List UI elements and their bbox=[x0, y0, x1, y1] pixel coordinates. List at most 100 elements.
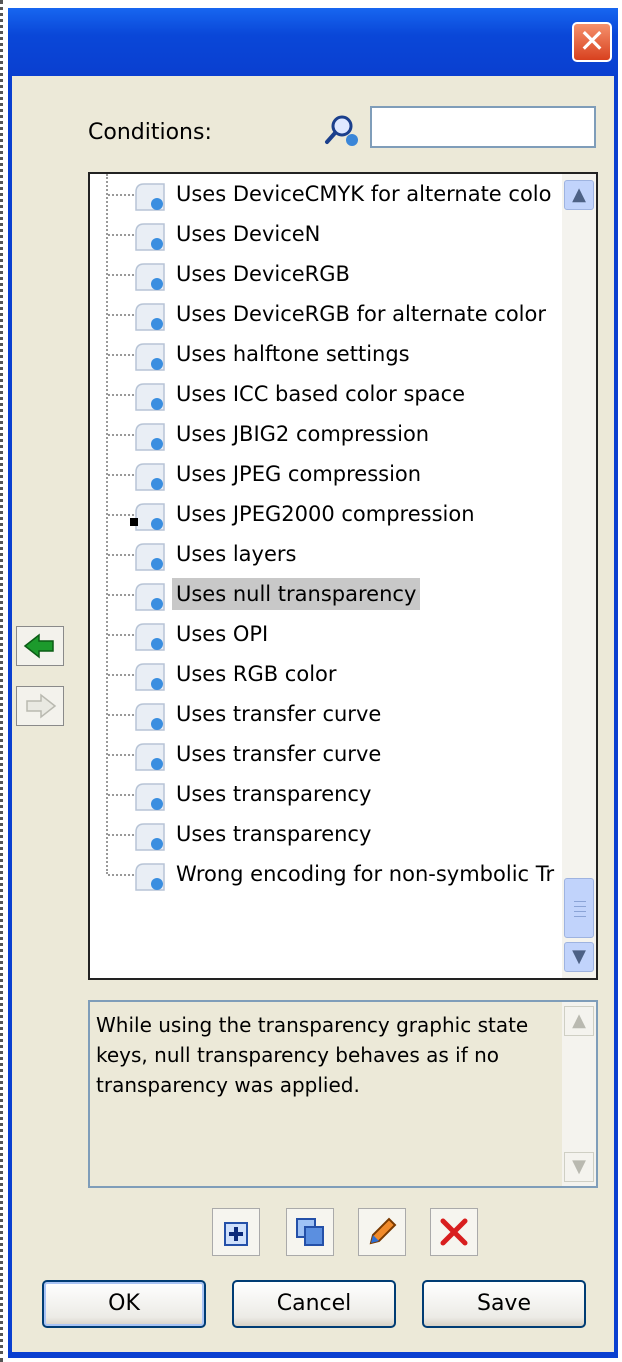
condition-node-icon bbox=[135, 543, 165, 571]
condition-node-icon bbox=[135, 263, 165, 291]
scroll-up-button[interactable]: ▲ bbox=[564, 180, 594, 210]
tree-connector bbox=[108, 634, 134, 636]
dialog-window: ✕ Conditions: Uses DeviceCMYK for altern… bbox=[8, 8, 618, 1358]
tree-item[interactable]: Uses DeviceRGB for alternate color bbox=[90, 294, 562, 334]
condition-node-icon bbox=[135, 783, 165, 811]
tree-item[interactable]: Uses OPI bbox=[90, 614, 562, 654]
tree-item-label: Wrong encoding for non-symbolic Tr bbox=[176, 862, 555, 886]
tree-connector bbox=[108, 394, 134, 396]
ok-button[interactable]: OK bbox=[42, 1280, 206, 1328]
search-icon[interactable] bbox=[324, 112, 360, 148]
tree-item[interactable]: Uses JPEG compression bbox=[90, 454, 562, 494]
conditions-search-input[interactable] bbox=[370, 106, 596, 148]
move-left-button[interactable] bbox=[16, 626, 64, 666]
edit-condition-button[interactable] bbox=[358, 1208, 406, 1256]
condition-node-icon bbox=[135, 423, 165, 451]
new-condition-button[interactable] bbox=[212, 1208, 260, 1256]
tree-item-label: Uses layers bbox=[176, 542, 297, 566]
conditions-tree[interactable]: Uses DeviceCMYK for alternate colo Uses D… bbox=[88, 172, 598, 980]
close-icon: ✕ bbox=[578, 22, 606, 60]
delete-condition-button[interactable] bbox=[430, 1208, 478, 1256]
description-scroll-down-button[interactable]: ▼ bbox=[564, 1152, 594, 1182]
tree-item[interactable]: Uses ICC based color space bbox=[90, 374, 562, 414]
description-text: While using the transparency graphic sta… bbox=[96, 1013, 529, 1097]
grip-line bbox=[574, 906, 586, 907]
description-box: While using the transparency graphic sta… bbox=[88, 1000, 598, 1188]
condition-node-icon bbox=[135, 463, 165, 491]
tree-connector bbox=[108, 594, 134, 596]
arrow-left-icon bbox=[23, 633, 54, 659]
tree-item[interactable]: Uses DeviceCMYK for alternate colo bbox=[90, 174, 562, 214]
condition-node-icon bbox=[135, 703, 165, 731]
tree-connector bbox=[108, 354, 134, 356]
condition-node-icon bbox=[135, 343, 165, 371]
tree-item[interactable]: Uses transparency bbox=[90, 774, 562, 814]
dialog-body: Conditions: Uses DeviceCMYK for alternat… bbox=[12, 76, 614, 1352]
tree-connector bbox=[108, 314, 134, 316]
tree-item-label: Uses null transparency bbox=[172, 578, 421, 610]
arrow-right-icon bbox=[26, 693, 57, 719]
tree-item[interactable]: Uses layers bbox=[90, 534, 562, 574]
chevron-down-icon: ▼ bbox=[572, 946, 586, 967]
cancel-button[interactable]: Cancel bbox=[232, 1280, 396, 1328]
tree-item-label: Uses ICC based color space bbox=[176, 382, 466, 406]
tree-scrollbar[interactable]: ▲ ▼ bbox=[562, 174, 596, 978]
condition-node-icon bbox=[135, 383, 165, 411]
condition-node-icon bbox=[135, 623, 165, 651]
tree-connector bbox=[108, 434, 134, 436]
grip-line bbox=[574, 916, 586, 917]
lock-icon bbox=[130, 518, 138, 526]
condition-node-icon bbox=[135, 663, 165, 691]
tree-item-label: Uses DeviceN bbox=[176, 222, 321, 246]
tree-connector bbox=[108, 754, 134, 756]
title-bar: ✕ bbox=[8, 8, 618, 76]
tree-item[interactable]: Uses DeviceN bbox=[90, 214, 562, 254]
tree-connector bbox=[108, 274, 134, 276]
duplicate-icon bbox=[296, 1218, 324, 1246]
condition-node-icon bbox=[135, 863, 165, 891]
pencil-icon bbox=[369, 1217, 397, 1245]
tree-item[interactable]: Uses halftone settings bbox=[90, 334, 562, 374]
chevron-up-icon: ▲ bbox=[572, 184, 586, 205]
condition-node-icon bbox=[135, 503, 165, 531]
tree-item-label: Uses transparency bbox=[176, 822, 372, 846]
tree-item[interactable]: Uses transfer curve bbox=[90, 734, 562, 774]
duplicate-condition-button[interactable] bbox=[286, 1208, 334, 1256]
chevron-up-icon: ▲ bbox=[572, 1010, 586, 1031]
tree-item[interactable]: Uses transparency bbox=[90, 814, 562, 854]
tree-connector bbox=[108, 674, 134, 676]
tree-connector bbox=[108, 474, 134, 476]
tree-connector bbox=[108, 234, 134, 236]
window-edge bbox=[0, 0, 4, 1362]
tree-item[interactable]: Uses null transparency bbox=[90, 574, 562, 614]
description-scroll-up-button[interactable]: ▲ bbox=[564, 1006, 594, 1036]
save-button[interactable]: Save bbox=[422, 1280, 586, 1328]
tree-item-label: Uses transfer curve bbox=[176, 702, 382, 726]
tree-connector bbox=[108, 514, 134, 516]
tree-content: Uses DeviceCMYK for alternate colo Uses D… bbox=[90, 174, 562, 978]
tree-item[interactable]: Uses transfer curve bbox=[90, 694, 562, 734]
tree-connector bbox=[108, 874, 134, 876]
tree-item[interactable]: Uses JBIG2 compression bbox=[90, 414, 562, 454]
tree-item-label: Uses halftone settings bbox=[176, 342, 410, 366]
chevron-down-icon: ▼ bbox=[572, 1156, 586, 1177]
move-right-button[interactable] bbox=[16, 686, 64, 726]
scroll-thumb[interactable] bbox=[564, 878, 594, 938]
tree-item[interactable]: Wrong encoding for non-symbolic Tr bbox=[90, 854, 562, 894]
delete-icon bbox=[440, 1218, 468, 1246]
tree-item-label: Uses JPEG compression bbox=[176, 462, 422, 486]
tree-connector bbox=[108, 194, 134, 196]
condition-node-icon bbox=[135, 743, 165, 771]
tree-item-label: Uses RGB color bbox=[176, 662, 337, 686]
condition-node-icon bbox=[135, 303, 165, 331]
tree-item-label: Uses OPI bbox=[176, 622, 269, 646]
tree-item[interactable]: Uses DeviceRGB bbox=[90, 254, 562, 294]
scroll-down-button[interactable]: ▼ bbox=[564, 942, 594, 972]
new-item-icon bbox=[224, 1222, 248, 1246]
close-button[interactable]: ✕ bbox=[572, 22, 612, 62]
description-scrollbar[interactable]: ▲ ▼ bbox=[562, 1002, 596, 1186]
tree-item[interactable]: Uses JPEG2000 compression bbox=[90, 494, 562, 534]
tree-item[interactable]: Uses RGB color bbox=[90, 654, 562, 694]
tree-connector bbox=[108, 834, 134, 836]
condition-node-icon bbox=[135, 583, 165, 611]
